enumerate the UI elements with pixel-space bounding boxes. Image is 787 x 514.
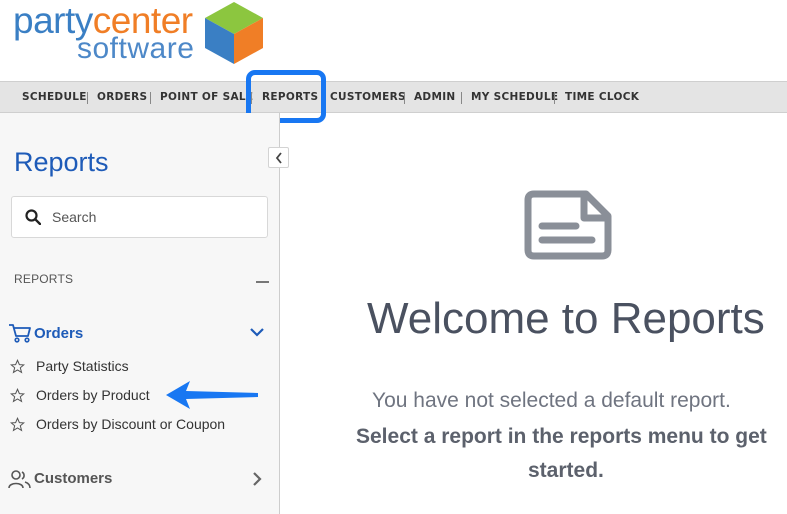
customers-icon — [8, 470, 31, 489]
star-icon[interactable] — [10, 417, 25, 432]
nav-orders[interactable]: ORDERS — [97, 82, 147, 113]
nav-my-schedule[interactable]: MY SCHEDULE — [471, 82, 558, 113]
star-icon[interactable] — [10, 359, 25, 374]
nav-time-clock[interactable]: TIME CLOCK — [565, 82, 639, 113]
reports-section-label: REPORTS — [14, 272, 74, 286]
main-nav: SCHEDULE ORDERS POINT OF SALE REPORTS CU… — [0, 81, 787, 113]
document-icon — [524, 190, 612, 260]
sidebar-divider — [279, 113, 280, 514]
report-party-statistics[interactable]: Party Statistics — [36, 358, 129, 374]
report-orders-by-discount[interactable]: Orders by Discount or Coupon — [36, 416, 225, 432]
collapse-section-icon[interactable] — [256, 281, 269, 283]
chevron-left-icon — [275, 152, 282, 164]
nav-point-of-sale[interactable]: POINT OF SALE — [160, 82, 253, 113]
arrow-annotation-icon — [166, 381, 258, 409]
chevron-right-icon[interactable] — [252, 472, 262, 486]
sidebar-title: Reports — [14, 147, 109, 177]
chevron-down-icon[interactable] — [250, 327, 264, 337]
welcome-heading: Welcome to Reports — [367, 294, 765, 343]
search-placeholder: Search — [52, 209, 97, 225]
instruction-text-line2: started. — [528, 459, 604, 482]
logo-cube-icon — [205, 2, 263, 64]
instruction-text-line1: Select a report in the reports menu to g… — [356, 425, 767, 448]
star-icon[interactable] — [10, 388, 25, 403]
search-input[interactable]: Search — [11, 196, 268, 238]
nav-admin[interactable]: ADMIN — [414, 82, 456, 113]
logo-text-software: software — [77, 32, 195, 65]
report-orders-by-product[interactable]: Orders by Product — [36, 387, 150, 403]
nav-customers[interactable]: CUSTOMERS — [330, 82, 406, 113]
orders-category[interactable]: Orders — [34, 325, 83, 342]
cart-icon — [9, 324, 31, 343]
search-icon — [25, 209, 41, 225]
customers-category[interactable]: Customers — [34, 470, 112, 487]
app-header: partycenter software — [0, 0, 787, 81]
collapse-sidebar-button[interactable] — [268, 147, 289, 168]
no-default-report-text: You have not selected a default report. — [372, 389, 731, 412]
nav-schedule[interactable]: SCHEDULE — [22, 82, 87, 113]
